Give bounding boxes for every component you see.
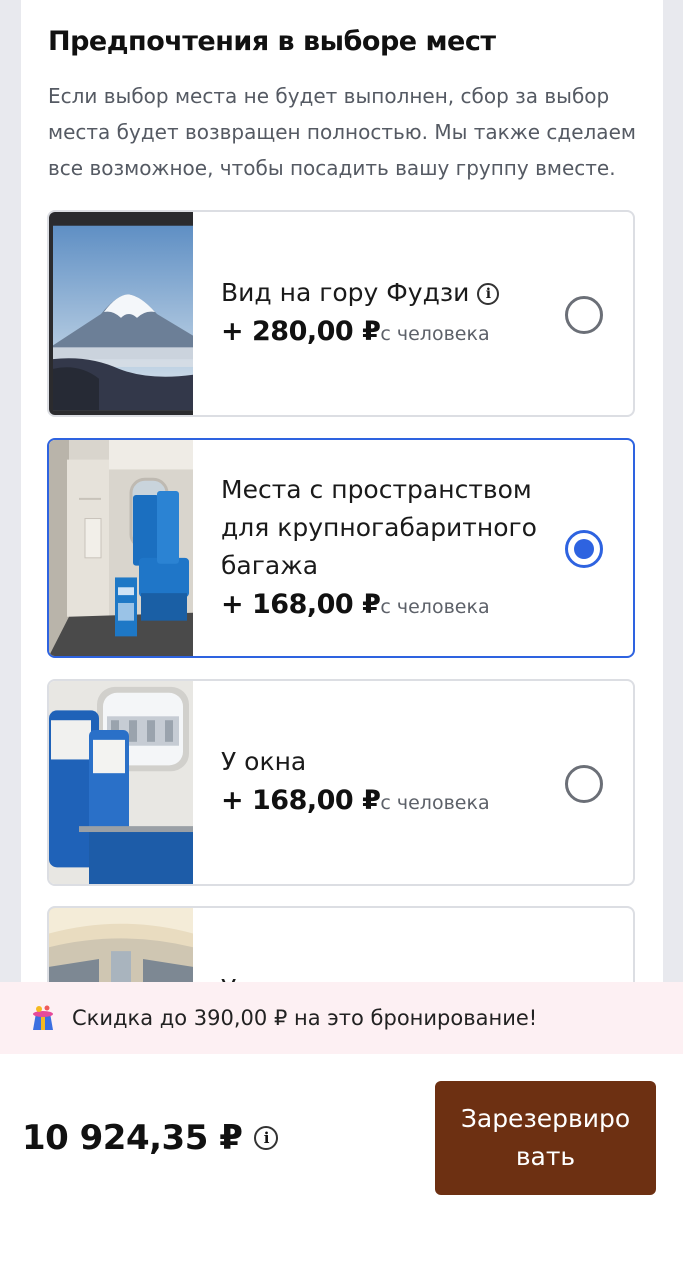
radio-button-luggage-space[interactable] [565, 530, 603, 568]
option-price: + 280,00 ₽ [221, 316, 381, 347]
radio-button-window[interactable] [565, 765, 603, 803]
window-seat-image [49, 681, 193, 884]
section-description: Если выбор места не будет выполнен, сбор… [48, 84, 636, 180]
seat-option-fuji-view[interactable]: Вид на гору Фудзи i + 280,00 ₽с человека [47, 210, 635, 417]
option-title: У окна [221, 747, 307, 776]
reserve-button[interactable]: Зарезервиро вать [435, 1081, 656, 1195]
seat-option-window[interactable]: У окна + 168,00 ₽с человека [47, 679, 635, 886]
option-price: + 168,00 ₽ [221, 785, 381, 816]
option-price-unit: с человека [380, 596, 490, 618]
option-price-unit: с человека [380, 323, 490, 345]
option-price: + 168,00 ₽ [221, 589, 381, 620]
seat-preferences-card: Предпочтения в выборе мест Если выбор ме… [21, 0, 663, 1000]
radio-button-fuji-view[interactable] [565, 296, 603, 334]
total-info-icon[interactable]: i [254, 1126, 279, 1150]
fuji-view-image [49, 212, 193, 415]
discount-text: Скидка до 390,00 ₽ на это бронирование! [72, 1006, 538, 1030]
option-title: Места с пространством для крупногабаритн… [221, 475, 537, 580]
option-title: Вид на гору Фудзи [221, 278, 470, 307]
luggage-space-image [49, 440, 193, 656]
gift-hat-icon [33, 1005, 53, 1030]
option-price-unit: с человека [380, 792, 490, 814]
section-title: Предпочтения в выборе мест [48, 26, 496, 57]
seat-option-luggage-space[interactable]: Места с пространством для крупногабаритн… [47, 438, 635, 658]
total-price-value: 10 924,35 ₽ [22, 1118, 243, 1158]
total-price: 10 924,35 ₽ i [22, 1118, 279, 1158]
discount-banner: Скидка до 390,00 ₽ на это бронирование! [0, 982, 683, 1054]
booking-footer: 10 924,35 ₽ i Зарезервиро вать [0, 1054, 683, 1280]
info-icon[interactable]: i [477, 283, 500, 305]
